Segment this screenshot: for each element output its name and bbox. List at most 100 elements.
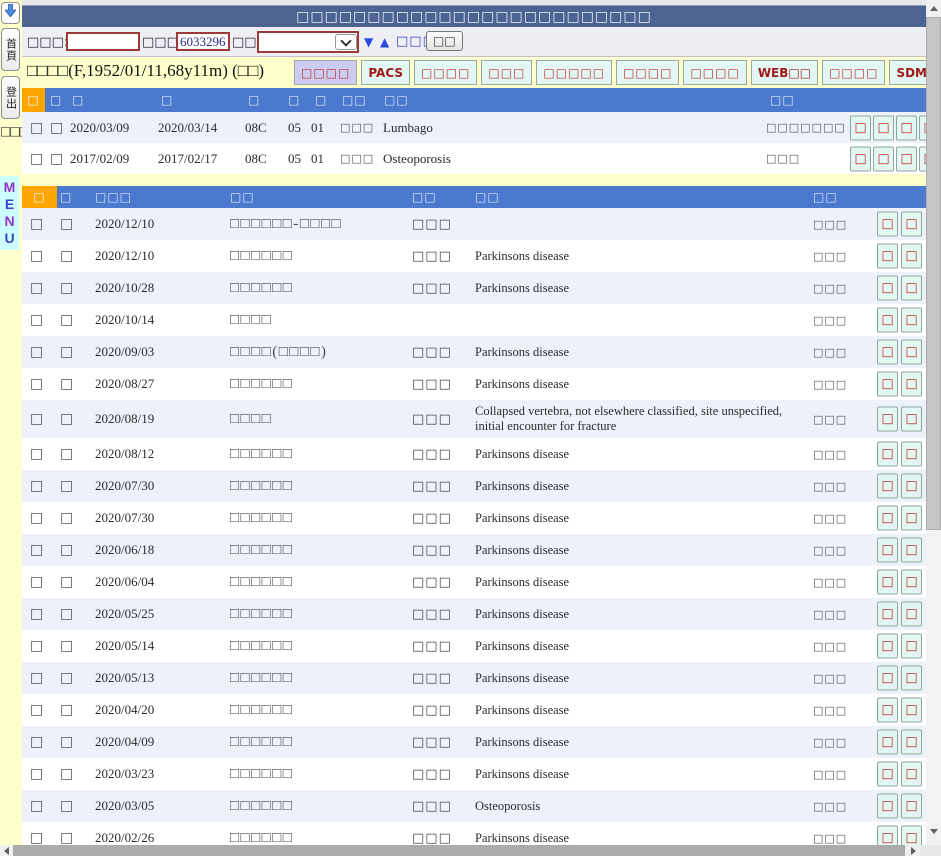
row-action-button[interactable]: □ [901, 407, 922, 432]
patient-action-button[interactable]: □□□□ [616, 60, 679, 85]
vertical-scrollbar-thumb[interactable] [926, 17, 941, 530]
row-select-box[interactable]: □ [30, 143, 43, 174]
row-select-box[interactable]: □ [30, 438, 43, 470]
row-action-button[interactable]: □ [901, 538, 922, 563]
row-select-box[interactable]: □ [30, 208, 43, 240]
row-action-button[interactable]: □ [901, 762, 922, 787]
row-flag-box[interactable]: □ [60, 400, 73, 438]
row-flag-box[interactable]: □ [50, 143, 63, 174]
row-action-button[interactable]: □ [877, 340, 898, 365]
sidebar-menu-block[interactable]: M E N U [0, 176, 19, 250]
row-action-button[interactable]: □ [877, 826, 898, 846]
row-action-button[interactable]: □ [896, 115, 917, 140]
row-action-button[interactable]: □ [877, 212, 898, 237]
row-flag-box[interactable]: □ [60, 502, 73, 534]
row-action-button[interactable]: □ [901, 730, 922, 755]
row-action-button[interactable]: □ [877, 442, 898, 467]
row-flag-box[interactable]: □ [60, 822, 73, 845]
patient-action-button[interactable]: □□□□ [683, 60, 746, 85]
row-flag-box[interactable]: □ [50, 112, 63, 143]
row-select-box[interactable]: □ [30, 400, 43, 438]
row-action-button[interactable]: □ [901, 474, 922, 499]
patient-action-button[interactable]: □□□□ [822, 60, 885, 85]
row-action-button[interactable]: □ [877, 506, 898, 531]
row-flag-box[interactable]: □ [60, 694, 73, 726]
row-flag-box[interactable]: □ [60, 368, 73, 400]
row-flag-box[interactable]: □ [60, 630, 73, 662]
row-action-button[interactable]: □ [901, 570, 922, 595]
row-select-box[interactable]: □ [30, 694, 43, 726]
row-action-button[interactable]: □ [896, 146, 917, 171]
patient-action-button[interactable]: PACS [361, 60, 410, 85]
row-flag-box[interactable]: □ [60, 534, 73, 566]
scrollbar-down-button[interactable] [926, 823, 941, 840]
row-action-button[interactable]: □ [877, 666, 898, 691]
select-dropdown-button[interactable] [335, 34, 357, 50]
row-action-button[interactable]: □ [877, 244, 898, 269]
row-flag-box[interactable]: □ [60, 758, 73, 790]
row-action-button[interactable]: □ [901, 372, 922, 397]
row-action-button[interactable]: □ [901, 698, 922, 723]
row-action-button[interactable]: □ [901, 244, 922, 269]
vertical-scrollbar[interactable] [926, 0, 941, 845]
row-select-box[interactable]: □ [30, 470, 43, 502]
horizontal-scrollbar-thumb[interactable] [13, 845, 905, 856]
row-flag-box[interactable]: □ [60, 336, 73, 368]
row-select-box[interactable]: □ [30, 112, 43, 143]
row-action-button[interactable]: □ [919, 115, 926, 140]
row-select-box[interactable]: □ [30, 240, 43, 272]
row-flag-box[interactable]: □ [60, 438, 73, 470]
patient-id-input[interactable] [176, 32, 230, 51]
select-all-header[interactable]: □ [22, 186, 57, 208]
patient-action-button[interactable]: □□□□ [414, 60, 477, 85]
scrollbar-left-button[interactable] [0, 845, 13, 856]
row-action-button[interactable]: □ [873, 115, 894, 140]
row-select-box[interactable]: □ [30, 502, 43, 534]
row-flag-box[interactable]: □ [60, 304, 73, 336]
row-flag-box[interactable]: □ [60, 662, 73, 694]
row-action-button[interactable]: □ [901, 308, 922, 333]
row-flag-box[interactable]: □ [60, 726, 73, 758]
row-select-box[interactable]: □ [30, 534, 43, 566]
row-action-button[interactable]: □ [873, 146, 894, 171]
row-action-button[interactable]: □ [877, 538, 898, 563]
row-select-box[interactable]: □ [30, 598, 43, 630]
row-action-button[interactable]: □ [901, 212, 922, 237]
row-action-button[interactable]: □ [901, 276, 922, 301]
row-select-box[interactable]: □ [30, 336, 43, 368]
row-select-box[interactable]: □ [30, 368, 43, 400]
scroll-down-button[interactable] [1, 2, 20, 24]
sidebar-logout-button[interactable]: 登出 [1, 76, 20, 119]
select-all-header[interactable]: □ [22, 88, 45, 112]
row-action-button[interactable]: □ [901, 506, 922, 531]
search-button[interactable]: □□ [426, 31, 463, 51]
row-select-box[interactable]: □ [30, 726, 43, 758]
scrollbar-up-button[interactable] [926, 0, 941, 17]
scrollbar-right-button[interactable] [906, 845, 920, 856]
row-flag-box[interactable]: □ [60, 598, 73, 630]
row-action-button[interactable]: □ [877, 474, 898, 499]
row-action-button[interactable]: □ [901, 826, 922, 846]
filter-select[interactable] [257, 31, 359, 53]
row-action-button[interactable]: □ [877, 602, 898, 627]
row-action-button[interactable]: □ [877, 276, 898, 301]
horizontal-scrollbar[interactable] [0, 845, 941, 856]
row-select-box[interactable]: □ [30, 822, 43, 845]
row-action-button[interactable]: □ [901, 442, 922, 467]
row-action-button[interactable]: □ [850, 146, 871, 171]
row-flag-box[interactable]: □ [60, 208, 73, 240]
field1-input[interactable] [66, 32, 140, 51]
patient-action-button[interactable]: □□□□□ [536, 60, 612, 85]
patient-action-button[interactable]: SDM [889, 60, 926, 85]
row-action-button[interactable]: □ [877, 407, 898, 432]
row-action-button[interactable]: □ [877, 730, 898, 755]
row-select-box[interactable]: □ [30, 758, 43, 790]
row-action-button[interactable]: □ [901, 666, 922, 691]
row-flag-box[interactable]: □ [60, 240, 73, 272]
row-flag-box[interactable]: □ [60, 566, 73, 598]
row-flag-box[interactable]: □ [60, 272, 73, 304]
row-select-box[interactable]: □ [30, 630, 43, 662]
row-action-button[interactable]: □ [877, 698, 898, 723]
row-action-button[interactable]: □ [877, 570, 898, 595]
row-action-button[interactable]: □ [850, 115, 871, 140]
